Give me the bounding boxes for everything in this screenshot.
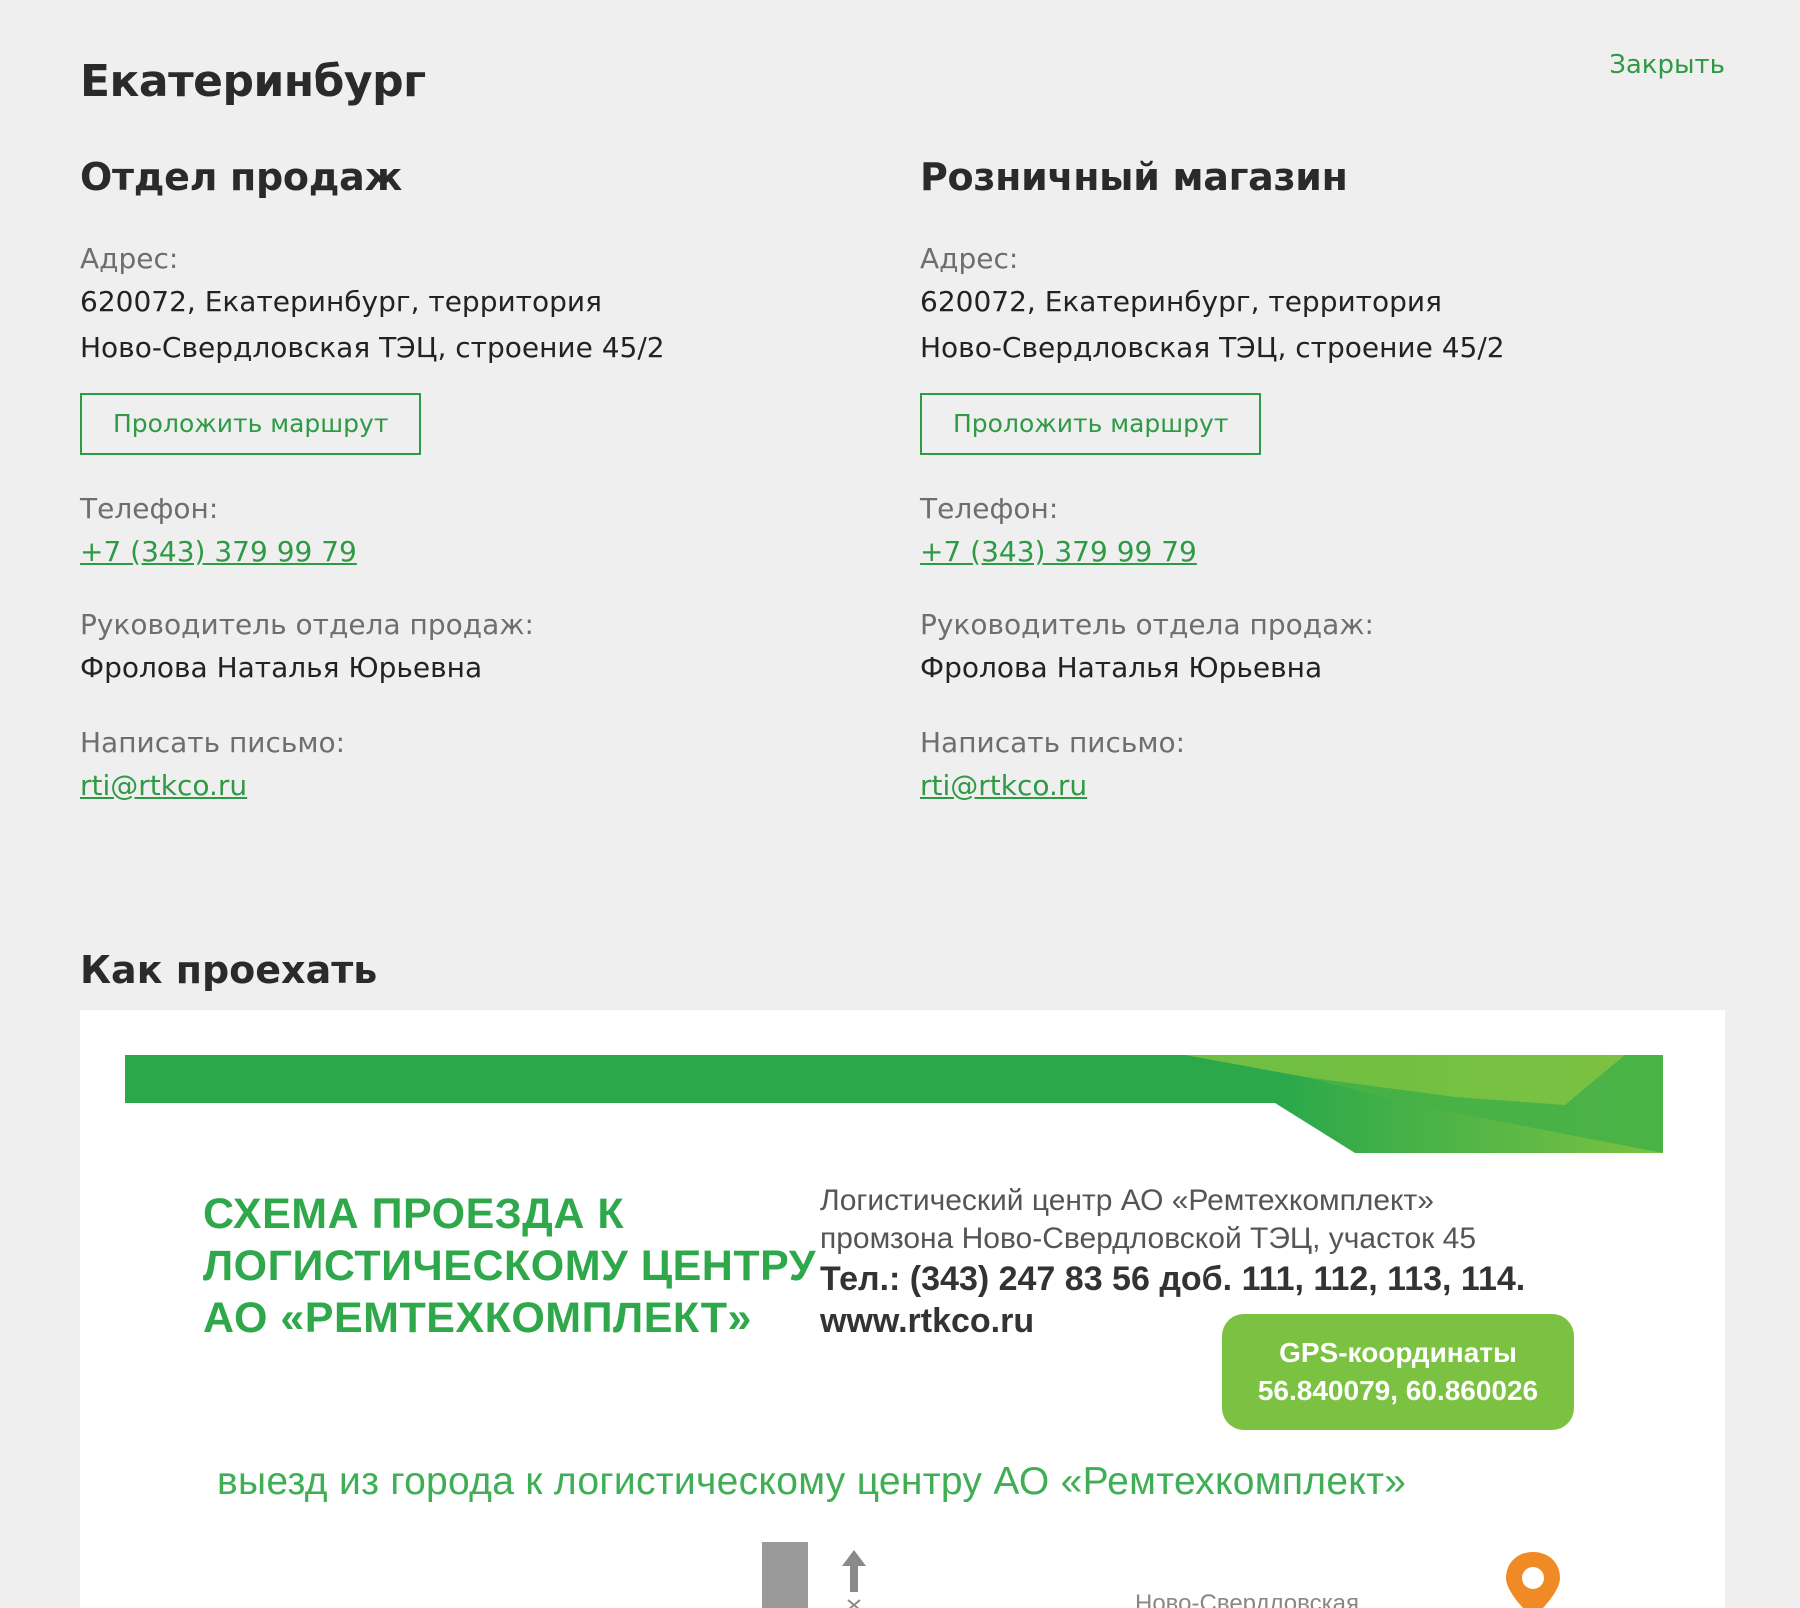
section-title: Отдел продаж	[80, 155, 402, 199]
close-link[interactable]: Закрыть	[1609, 50, 1725, 80]
gps-label: GPS-координаты	[1279, 1337, 1517, 1368]
gps-value: 56.840079, 60.860026	[1257, 1375, 1539, 1406]
address-line: Ново-Свердловская ТЭЦ, строение 45/2	[920, 331, 1505, 364]
gps-badge: GPS-координаты 56.840079, 60.860026	[1222, 1314, 1574, 1430]
section-title: Розничный магазин	[920, 155, 1348, 199]
phone-label: Телефон:	[80, 492, 219, 525]
road-segment	[762, 1542, 808, 1608]
address-label: Адрес:	[80, 242, 179, 275]
scheme-title-line: ЛОГИСТИЧЕСКОМУ ЦЕНТРУ	[203, 1242, 816, 1290]
phone-link[interactable]: +7 (343) 379 99 79	[80, 529, 357, 575]
center-location: промзона Ново-Свердловской ТЭЦ, участок …	[820, 1222, 1477, 1255]
manager-label: Руководитель отдела продаж:	[920, 608, 1374, 641]
address-line: 620072, Екатеринбург, территория	[920, 285, 1442, 318]
sales-department: Отдел продаж Адрес: 620072, Екатеринбург…	[80, 155, 840, 839]
manager-name: Фролова Наталья Юрьевна	[920, 651, 1323, 684]
scheme-title-line: СХЕМА ПРОЕЗДА К	[203, 1190, 625, 1238]
arrow-up-icon	[842, 1550, 866, 1608]
contacts-panel: Екатеринбург Закрыть Отдел продаж Адрес:…	[80, 0, 1725, 1608]
retail-store: Розничный магазин Адрес: 620072, Екатери…	[920, 155, 1680, 839]
address-line: Ново-Свердловская ТЭЦ, строение 45/2	[80, 331, 665, 364]
address-line: 620072, Екатеринбург, территория	[80, 285, 602, 318]
email-link[interactable]: rti@rtkco.ru	[920, 763, 1087, 809]
route-button[interactable]: Проложить маршрут	[80, 393, 422, 455]
center-phone: Тел.: (343) 247 83 56 доб. 111, 112, 113…	[820, 1260, 1526, 1298]
scheme-title: СХЕМА ПРОЕЗДА К ЛОГИСТИЧЕСКОМУ ЦЕНТРУ АО…	[203, 1188, 816, 1344]
email-label: Написать письмо:	[920, 726, 1186, 759]
manager-label: Руководитель отдела продаж:	[80, 608, 534, 641]
manager-name: Фролова Наталья Юрьевна	[80, 651, 483, 684]
scheme-title-line: АО «РЕМТЕХКОМПЛЕКТ»	[203, 1294, 752, 1342]
email-label: Написать письмо:	[80, 726, 346, 759]
exit-caption: выезд из города к логистическому центру …	[217, 1460, 1407, 1503]
map-pin-icon	[1506, 1552, 1560, 1608]
directions-map: СХЕМА ПРОЕЗДА К ЛОГИСТИЧЕСКОМУ ЦЕНТРУ АО…	[80, 1010, 1725, 1608]
directions-title: Как проехать	[80, 948, 378, 992]
email-link[interactable]: rti@rtkco.ru	[80, 763, 247, 809]
street-label: Ново-Свердловская	[1135, 1590, 1359, 1608]
route-button[interactable]: Проложить маршрут	[920, 393, 1262, 455]
phone-link[interactable]: +7 (343) 379 99 79	[920, 529, 1197, 575]
map-banner	[125, 1055, 1663, 1153]
phone-label: Телефон:	[920, 492, 1059, 525]
center-name: Логистический центр АО «Ремтехкомплект»	[820, 1184, 1434, 1217]
address-label: Адрес:	[920, 242, 1019, 275]
city-title: Екатеринбург	[80, 56, 426, 107]
